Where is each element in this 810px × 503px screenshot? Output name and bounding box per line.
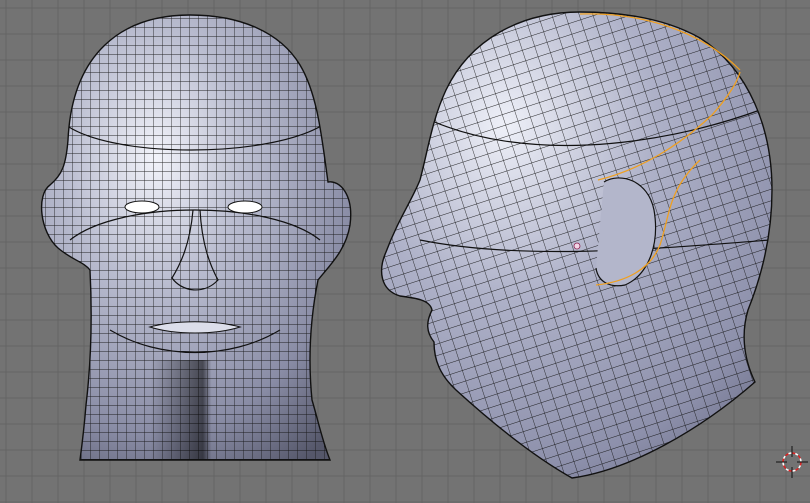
3d-viewport[interactable] (0, 0, 810, 503)
head-front-view[interactable] (30, 10, 360, 470)
left-eye-socket (124, 200, 160, 214)
selected-vertex[interactable] (573, 242, 581, 250)
right-eye-socket (227, 200, 263, 214)
head-side-view[interactable] (370, 5, 790, 485)
3d-cursor-icon[interactable] (776, 446, 808, 478)
